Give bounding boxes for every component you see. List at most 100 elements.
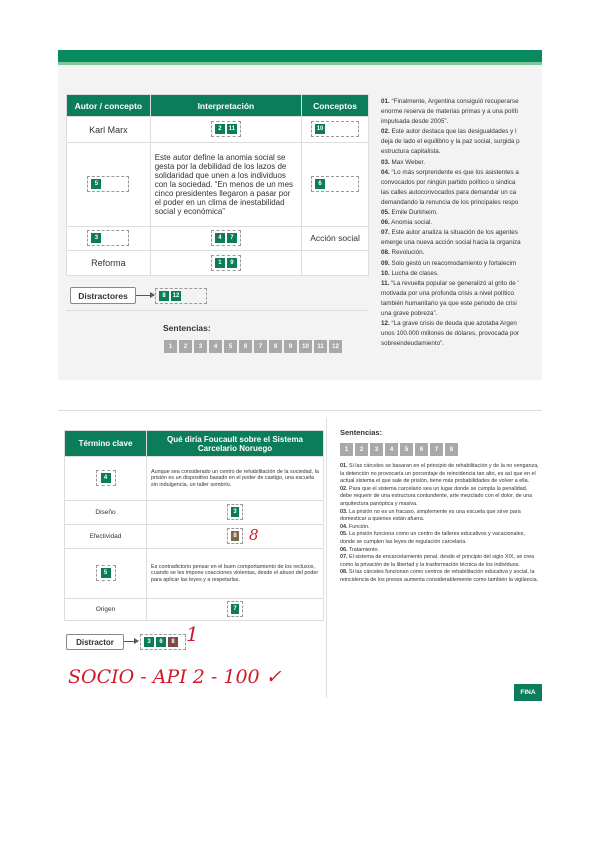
table-row: 3 4 7 Acción social	[66, 226, 369, 251]
sentence-tile[interactable]: 3	[370, 443, 383, 456]
sentence-line: 02. Este autor destaca que las desiguald…	[381, 127, 542, 137]
finish-button[interactable]: FINA	[514, 684, 542, 701]
sentence-number: 04.	[340, 523, 348, 530]
sentence-chip[interactable]: 12	[171, 291, 181, 301]
drop-slot[interactable]: 4	[95, 470, 116, 487]
sentence-chip[interactable]: 2	[214, 124, 225, 135]
sentence-text: una grave pobreza”.	[381, 309, 438, 317]
autor-cell: Karl Marx	[66, 116, 151, 143]
sentence-chip[interactable]: 8	[168, 637, 178, 647]
sentence-tile[interactable]: 5	[224, 340, 237, 353]
sentence-number: 08.	[340, 569, 348, 576]
sentence-tile[interactable]: 11	[314, 340, 327, 353]
sentence-number: 01.	[340, 463, 348, 469]
distractor-slot[interactable]: 3 6 8	[140, 634, 186, 650]
sentence-chip[interactable]: 1	[214, 257, 225, 268]
drop-slot[interactable]: 3	[87, 230, 130, 247]
drop-slot[interactable]: 5	[87, 176, 130, 193]
sentence-chip[interactable]: 3	[91, 233, 102, 244]
sentence-chip[interactable]: 3	[144, 637, 154, 647]
drop-slot[interactable]: 8	[227, 528, 243, 545]
distractores-slot[interactable]: 8 12	[155, 288, 207, 304]
sentence-text: Para que el sistema carcelario sea un lu…	[340, 485, 533, 507]
foucault-text: Es contradictorio pensar en el buen comp…	[146, 548, 324, 599]
sentence-tile[interactable]: 12	[329, 340, 342, 353]
sentence-number: 12.	[381, 320, 390, 328]
drop-slot[interactable]: 7	[227, 601, 243, 618]
sentence-chip[interactable]: 8	[159, 291, 169, 301]
sentence-chip[interactable]: 3	[231, 507, 239, 518]
sentence-tile[interactable]: 8	[445, 443, 458, 456]
autor-cell: Reforma	[66, 250, 151, 276]
sentence-tile[interactable]: 7	[254, 340, 267, 353]
sentence-chip[interactable]: 7	[226, 233, 237, 244]
sentence-chip[interactable]: 5	[91, 179, 102, 190]
sentence-tile[interactable]: 2	[355, 443, 368, 456]
sentence-chip[interactable]: 5	[100, 568, 111, 579]
drop-slot[interactable]: 5	[95, 565, 116, 582]
distractor-button[interactable]: Distractor	[66, 634, 124, 650]
sentencias-label: Sentencias:	[163, 323, 211, 333]
sentence-line: 08. Revolución.	[381, 248, 542, 258]
drop-slot[interactable]: 4 7	[210, 230, 241, 247]
activity2-panel: Término clave Qué diría Foucault sobre e…	[58, 410, 542, 710]
sentence-chip[interactable]: 4	[100, 473, 111, 484]
interpretacion-text: Este autor define la anomia social se ge…	[149, 142, 303, 227]
sentence-line: 07. Este autor analiza la situación de l…	[381, 228, 542, 238]
sentence-line: 06. Anomia social.	[381, 218, 542, 228]
sentence-paragraph: 05. La prisión funciona como un centro d…	[340, 531, 540, 546]
sentence-chip[interactable]: 4	[214, 233, 225, 244]
drop-slot[interactable]: 6	[311, 176, 360, 193]
col-header-interpretacion: Interpretación	[149, 94, 303, 117]
sentence-tile[interactable]: 1	[340, 443, 353, 456]
sentence-chip[interactable]: 6	[315, 179, 326, 190]
drop-slot[interactable]: 3	[227, 504, 243, 521]
sentence-tile[interactable]: 9	[284, 340, 297, 353]
sentence-tile[interactable]: 3	[194, 340, 207, 353]
sentence-text: también humanitario ya que este periodo …	[381, 299, 517, 307]
sentence-text: motivada por una profunda crisis a nivel…	[381, 289, 515, 297]
sentence-line: 09. Solo gestó un reacomodamiento y fort…	[381, 259, 542, 269]
sentence-tile[interactable]: 8	[269, 340, 282, 353]
arrow-right-icon	[134, 638, 139, 644]
sentence-tile[interactable]: 1	[164, 340, 177, 353]
drop-slot[interactable]: 10	[311, 121, 360, 138]
distractores-button[interactable]: Distractores	[70, 287, 136, 304]
sentence-paragraph: 03. La prisión no es un fracaso, simplem…	[340, 509, 540, 524]
header-bar-accent	[58, 62, 542, 65]
sentence-tile[interactable]: 7	[430, 443, 443, 456]
col-header-foucault: Qué diría Foucault sobre el Sistema Carc…	[146, 430, 324, 457]
drop-slot[interactable]: 1 9	[210, 254, 241, 271]
sentences-list: 01. Si las cárceles se basaran en el pri…	[340, 463, 540, 585]
col-header-termino: Término clave	[64, 430, 147, 457]
term-cell: Origen	[64, 598, 147, 621]
drop-slot[interactable]: 2 11	[210, 121, 241, 138]
sentence-tile[interactable]: 4	[385, 443, 398, 456]
sentence-tile[interactable]: 6	[415, 443, 428, 456]
sentence-number: 07.	[340, 554, 348, 561]
sentence-text: Revolución.	[389, 249, 425, 257]
sentence-chip[interactable]: 6	[156, 637, 166, 647]
sentence-line: 03. Max Weber.	[381, 158, 542, 168]
sentence-tile[interactable]: 2	[179, 340, 192, 353]
sentence-chip[interactable]: 11	[226, 124, 237, 135]
sentence-chip[interactable]: 10	[315, 124, 326, 135]
sentence-chip[interactable]: 9	[226, 257, 237, 268]
sentence-paragraph: 07. El sistema de encarcelamiento penal,…	[340, 554, 540, 569]
sentence-text: deja de lado el equilibrio y la paz soci…	[381, 138, 520, 146]
sentence-line: impulsada desde 2005”.	[381, 117, 542, 127]
sentence-paragraph: 06. Tratamiento.	[340, 547, 540, 555]
sentence-text: “Lo más sorprendente es que los asistent…	[389, 168, 519, 176]
sentence-text: estructura capitalista.	[381, 148, 441, 156]
activity1-panel: Autor / concepto Interpretación Concepto…	[58, 50, 542, 380]
table-row: Diseño 3	[64, 500, 324, 525]
sentence-tile[interactable]: 4	[209, 340, 222, 353]
sentence-chip[interactable]: 8	[231, 531, 239, 542]
sentence-tile[interactable]: 6	[239, 340, 252, 353]
sentencias-bank: 12345678	[340, 443, 460, 456]
sentence-tile[interactable]: 10	[299, 340, 312, 353]
sentence-line: unos 100.000 millones de dólares, provoc…	[381, 329, 542, 339]
sentence-tile[interactable]: 5	[400, 443, 413, 456]
col-header-conceptos: Conceptos	[301, 94, 369, 117]
sentence-chip[interactable]: 7	[231, 604, 239, 615]
